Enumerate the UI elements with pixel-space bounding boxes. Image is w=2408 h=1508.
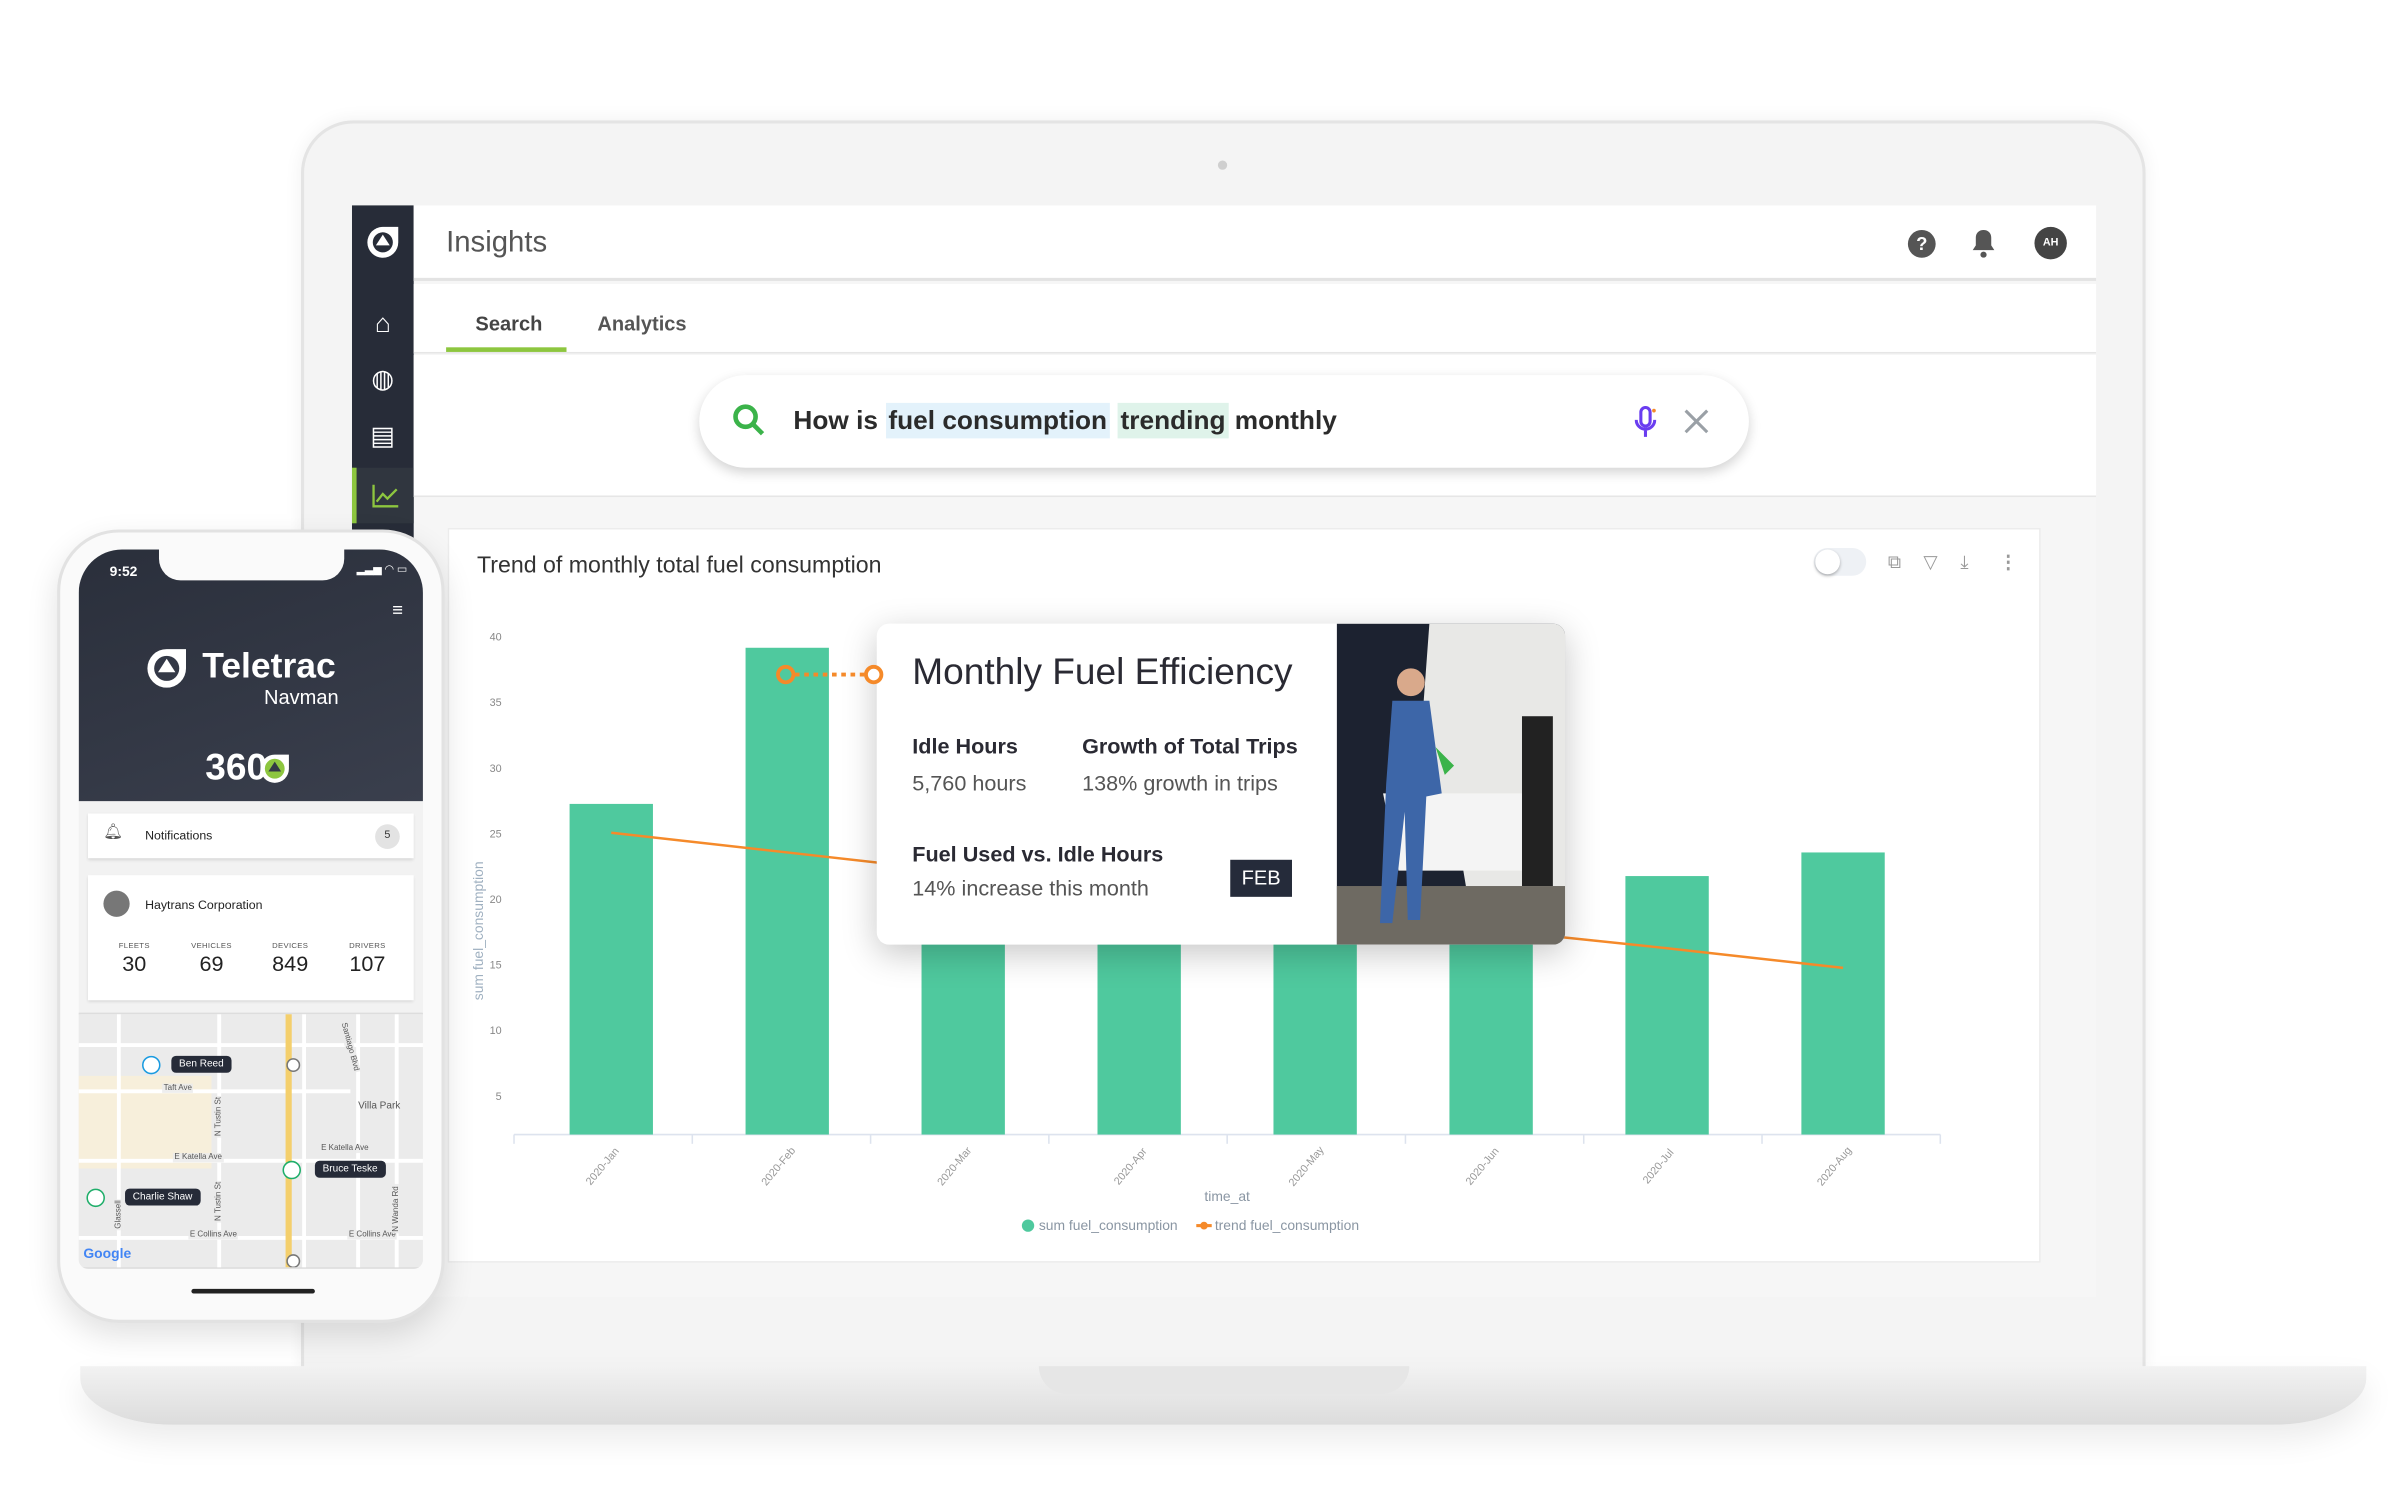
360-logo-icon	[260, 754, 289, 783]
stat-fleets: FLEETS 30	[99, 942, 170, 976]
stat-value: 14% increase this month	[912, 875, 1149, 900]
x-tick-label: 2020-May	[1287, 1144, 1327, 1189]
status-time: 9:52	[109, 563, 138, 579]
vehicle-pin[interactable]	[282, 1160, 302, 1180]
legend-label: sum fuel_consumption	[1039, 1217, 1178, 1233]
stat-value: 30	[122, 950, 147, 976]
stat-value: 849	[272, 950, 309, 976]
bell-icon: 🔔︎	[103, 824, 124, 842]
driver-label[interactable]: Bruce Teske	[314, 1160, 386, 1178]
stat-label: DRIVERS	[349, 941, 386, 951]
tooltip-title: Monthly Fuel Efficiency	[912, 651, 1293, 694]
x-tick-label: 2020-Mar	[935, 1145, 974, 1188]
stat-value: 69	[199, 950, 224, 976]
phone-notch	[158, 549, 345, 581]
legend-label: trend fuel_consumption	[1215, 1217, 1359, 1233]
x-tick-label: 2020-Jan	[584, 1145, 622, 1187]
x-tick-label: 2020-Jul	[1641, 1147, 1677, 1186]
insight-tooltip: Monthly Fuel Efficiency Idle Hours 5,760…	[876, 623, 1566, 945]
home-indicator	[191, 1288, 315, 1294]
stat-label: DEVICES	[272, 941, 309, 951]
stat-drivers: DRIVERS 107	[332, 942, 403, 976]
street-label: N Tustin St	[214, 1095, 224, 1138]
teletrac-logo-icon	[147, 649, 187, 688]
y-tick-label: 10	[490, 1025, 502, 1037]
y-axis-label: sum fuel_consumption	[470, 861, 486, 1000]
stat-label: FLEETS	[118, 941, 150, 951]
stat-value: 138% growth in trips	[1082, 770, 1278, 795]
month-badge: FEB	[1230, 859, 1292, 897]
x-tick-label: 2020-Aug	[1815, 1145, 1854, 1189]
stat-label: Fuel Used vs. Idle Hours	[912, 841, 1164, 866]
driver-label[interactable]: Charlie Shaw	[125, 1188, 201, 1206]
x-tick-label: 2020-Jun	[1464, 1145, 1502, 1187]
stat-label: Idle Hours	[912, 733, 1018, 758]
y-tick-label: 15	[490, 960, 502, 972]
brand-subname: Navman	[263, 685, 339, 709]
tooltip-connector	[776, 664, 884, 685]
bar	[1801, 852, 1885, 1135]
street-label: N Wanda Rd	[392, 1184, 402, 1234]
y-tick-label: 40	[490, 632, 502, 644]
phone-device: 9:52 ▂▃▅ ◠ ▭ ≡ Teletrac Navman 360 🔔︎ No…	[57, 529, 445, 1323]
street-label: N Tustin St	[214, 1180, 224, 1223]
y-tick-label: 35	[490, 697, 502, 709]
bar	[745, 647, 829, 1135]
mobile-header: 9:52 ▂▃▅ ◠ ▭ ≡ Teletrac Navman 360	[78, 549, 423, 802]
menu-icon[interactable]: ≡	[392, 599, 403, 621]
y-tick-label: 30	[490, 763, 502, 775]
brand-name: Teletrac	[202, 645, 336, 686]
stat-value: 5,760 hours	[912, 770, 1027, 795]
stat-label: VEHICLES	[191, 941, 232, 951]
x-tick-label: 2020-Apr	[1112, 1145, 1150, 1187]
google-attribution: Google	[83, 1245, 132, 1262]
place-label: Villa Park	[358, 1100, 401, 1112]
street-label: E Collins Ave	[347, 1230, 398, 1240]
bar	[1625, 876, 1709, 1135]
street-label: E Katella Ave	[172, 1153, 224, 1163]
stat-vehicles: VEHICLES 69	[176, 942, 247, 976]
notifications-row[interactable]: 🔔︎ Notifications 5	[87, 813, 414, 859]
x-tick-label: 2020-Feb	[759, 1145, 798, 1188]
mobile-app: 9:52 ▂▃▅ ◠ ▭ ≡ Teletrac Navman 360 🔔︎ No…	[78, 549, 423, 1269]
notifications-count: 5	[375, 824, 400, 849]
street-label: E Katella Ave	[319, 1143, 371, 1154]
stat-label: Growth of Total Trips	[1082, 733, 1298, 758]
driver-fueling-photo	[1336, 623, 1566, 945]
driver-label[interactable]: Ben Reed	[171, 1055, 232, 1073]
legend-marker-trend-dot	[1200, 1221, 1208, 1230]
y-tick-label: 20	[490, 894, 502, 906]
map[interactable]: Taft Ave E Katella Ave E Katella Ave E C…	[78, 1012, 423, 1269]
notifications-label: Notifications	[145, 828, 213, 843]
street-label: Taft Ave	[162, 1083, 194, 1093]
legend-marker-bars	[1021, 1219, 1035, 1232]
bar	[569, 803, 653, 1135]
status-icons: ▂▃▅ ◠ ▭	[356, 564, 408, 576]
vehicle-pin[interactable]	[86, 1188, 105, 1208]
y-tick-label: 5	[496, 1091, 502, 1103]
stat-value: 107	[349, 950, 386, 976]
vehicle-pin[interactable]	[142, 1055, 161, 1075]
y-tick-label: 25	[490, 828, 502, 840]
x-axis-label: time_at	[1204, 1188, 1250, 1204]
company-card[interactable]: Haytrans Corporation FLEETS 30 VEHICLES 69…	[87, 875, 414, 1001]
street-label: Glassell	[114, 1198, 124, 1231]
company-icon	[103, 890, 130, 917]
company-name: Haytrans Corporation	[145, 898, 263, 913]
street-label: E Collins Ave	[188, 1230, 239, 1240]
stat-devices: DEVICES 849	[255, 942, 326, 976]
